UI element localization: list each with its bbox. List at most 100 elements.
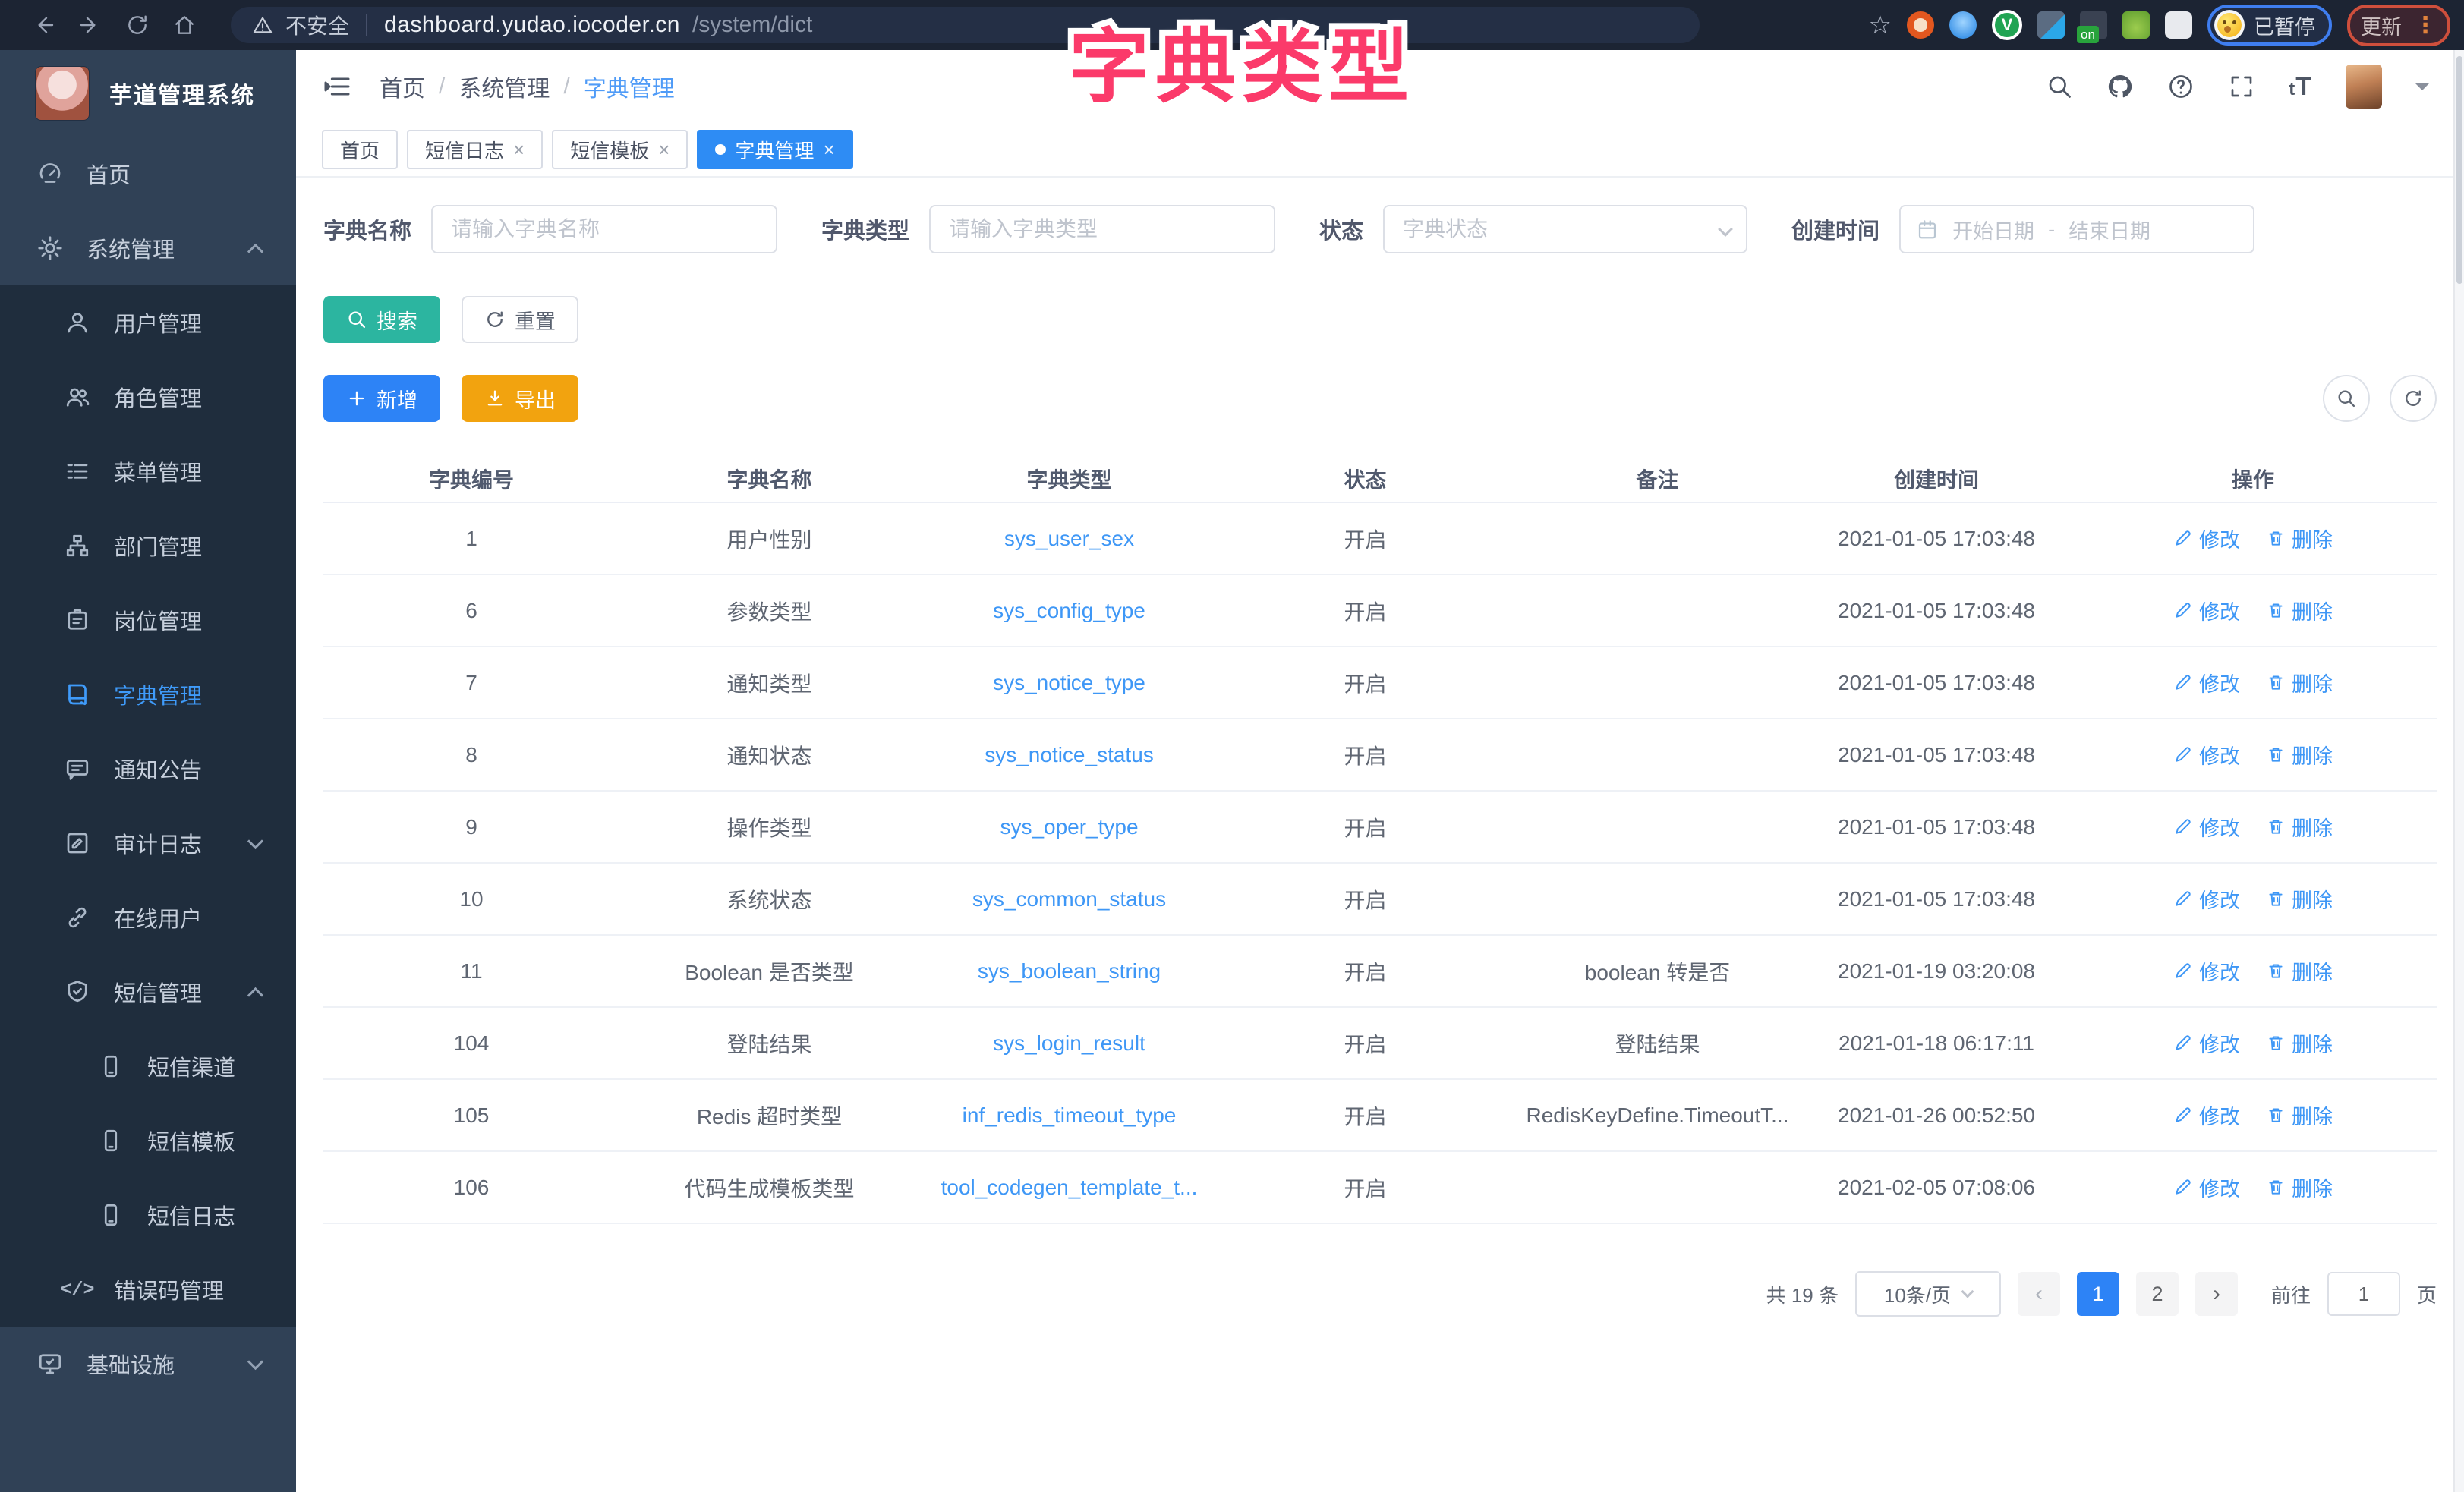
sidebar-item-notices[interactable]: 通知公告 (0, 732, 296, 806)
edit-button[interactable]: 修改 (2173, 1173, 2240, 1202)
tab-dict-active[interactable]: 字典管理 × (697, 130, 852, 169)
breadcrumb-home[interactable]: 首页 (380, 70, 425, 103)
delete-button[interactable]: 删除 (2266, 956, 2333, 986)
refresh-table-button[interactable] (2390, 375, 2437, 422)
delete-button[interactable]: 删除 (2266, 1100, 2333, 1130)
sidebar-item-roles[interactable]: 角色管理 (0, 360, 296, 434)
dict-type-link[interactable]: sys_config_type (993, 599, 1145, 622)
sidebar-item-menus[interactable]: 菜单管理 (0, 434, 296, 508)
sidebar-item-home[interactable]: 首页 (0, 137, 296, 211)
goto-page-input[interactable] (2327, 1272, 2400, 1316)
sidebar-item-sms-channel[interactable]: 短信渠道 (0, 1029, 296, 1103)
delete-button[interactable]: 删除 (2266, 884, 2333, 914)
browser-update-button[interactable]: 更新 ⋮ (2347, 5, 2450, 46)
reset-button[interactable]: 重置 (462, 296, 578, 343)
browser-forward-icon[interactable] (67, 7, 114, 43)
fullscreen-icon[interactable] (2228, 73, 2255, 100)
tab-close-icon[interactable]: × (513, 138, 525, 162)
export-button[interactable]: 导出 (462, 375, 578, 422)
extension-icon-grid[interactable] (2037, 11, 2065, 39)
tab-home[interactable]: 首页 (322, 130, 398, 169)
extension-icon-on-badge[interactable]: on (2080, 11, 2107, 39)
extensions-puzzle-icon[interactable] (2165, 11, 2192, 39)
delete-button[interactable]: 删除 (2266, 812, 2333, 842)
sidebar-item-label: 短信日志 (147, 1199, 235, 1231)
add-button[interactable]: 新增 (323, 375, 440, 422)
delete-button[interactable]: 删除 (2266, 1028, 2333, 1058)
edit-button[interactable]: 修改 (2173, 596, 2240, 625)
scrollbar-thumb[interactable] (2456, 56, 2462, 284)
github-icon[interactable] (2106, 73, 2134, 100)
page-size-select[interactable]: 10条/页 (1855, 1271, 2001, 1317)
dict-type-link[interactable]: sys_notice_status (985, 743, 1154, 766)
bookmark-star-icon[interactable]: ☆ (1869, 10, 1892, 40)
browser-menu-dots-icon[interactable]: ⋮ (2414, 12, 2437, 39)
tab-close-icon[interactable]: × (658, 138, 670, 162)
tab-close-icon[interactable]: × (823, 138, 834, 162)
edit-button[interactable]: 修改 (2173, 1100, 2240, 1130)
browser-reload-icon[interactable] (114, 7, 161, 43)
dict-type-link[interactable]: sys_login_result (993, 1031, 1145, 1055)
sidebar-item-audit-log[interactable]: 审计日志 (0, 806, 296, 880)
dict-type-link[interactable]: sys_notice_type (993, 671, 1145, 694)
breadcrumb-system[interactable]: 系统管理 (458, 70, 550, 103)
page-button-2[interactable]: 2 (2136, 1272, 2179, 1316)
tab-sms-template[interactable]: 短信模板 × (552, 130, 688, 169)
window-scrollbar[interactable] (2453, 50, 2464, 1492)
edit-button[interactable]: 修改 (2173, 956, 2240, 986)
delete-button[interactable]: 删除 (2266, 1173, 2333, 1202)
dict-type-link[interactable]: sys_user_sex (1004, 527, 1134, 550)
user-avatar[interactable] (2346, 65, 2382, 109)
edit-button[interactable]: 修改 (2173, 668, 2240, 697)
font-size-icon[interactable]: tT (2289, 72, 2312, 102)
extension-icon-blue-gem[interactable] (1949, 11, 1977, 39)
edit-button[interactable]: 修改 (2173, 740, 2240, 770)
edit-button[interactable]: 修改 (2173, 884, 2240, 914)
sidebar-item-system[interactable]: 系统管理 (0, 211, 296, 285)
next-page-button[interactable]: › (2195, 1272, 2238, 1316)
sidebar-item-online-users[interactable]: 在线用户 (0, 880, 296, 955)
search-icon[interactable] (2046, 73, 2073, 100)
prev-page-button[interactable]: ‹ (2018, 1272, 2060, 1316)
tab-sms-log[interactable]: 短信日志 × (407, 130, 543, 169)
search-button[interactable]: 搜索 (323, 296, 440, 343)
extension-icon-plant[interactable] (2122, 11, 2150, 39)
address-bar[interactable]: 不安全 dashboard.yudao.iocoder.cn/system/di… (231, 7, 1700, 43)
dict-type-link[interactable]: sys_oper_type (1000, 815, 1138, 839)
sidebar-item-departments[interactable]: 部门管理 (0, 508, 296, 583)
delete-button[interactable]: 删除 (2266, 524, 2333, 553)
browser-home-icon[interactable] (161, 7, 208, 43)
edit-button[interactable]: 修改 (2173, 524, 2240, 553)
sidebar-item-sms-template[interactable]: 短信模板 (0, 1103, 296, 1178)
dict-type-link[interactable]: sys_boolean_string (978, 959, 1161, 983)
sidebar-item-users[interactable]: 用户管理 (0, 285, 296, 360)
paused-extension-badge[interactable]: 已暂停 (2207, 5, 2332, 46)
status-select[interactable] (1383, 205, 1747, 253)
edit-button[interactable]: 修改 (2173, 812, 2240, 842)
sidebar-item-dict[interactable]: 字典管理 (0, 657, 296, 732)
delete-button[interactable]: 删除 (2266, 596, 2333, 625)
date-range-picker[interactable]: 开始日期 - 结束日期 (1899, 205, 2254, 253)
browser-back-icon[interactable] (20, 7, 67, 43)
sidebar-collapse-icon[interactable] (322, 71, 352, 102)
dict-name-input[interactable] (431, 205, 777, 253)
sidebar-item-posts[interactable]: 岗位管理 (0, 583, 296, 657)
help-icon[interactable] (2167, 73, 2195, 100)
sidebar-item-sms-log[interactable]: 短信日志 (0, 1178, 296, 1252)
dict-type-link[interactable]: inf_redis_timeout_type (963, 1103, 1177, 1127)
avatar-caret-icon[interactable] (2415, 83, 2429, 97)
delete-button[interactable]: 删除 (2266, 740, 2333, 770)
dict-type-link[interactable]: tool_codegen_template_t... (941, 1176, 1198, 1199)
show-search-toggle-button[interactable] (2323, 375, 2370, 422)
delete-button[interactable]: 删除 (2266, 668, 2333, 697)
sidebar-item-sms[interactable]: 短信管理 (0, 955, 296, 1029)
edit-button[interactable]: 修改 (2173, 1028, 2240, 1058)
sidebar-item-error-codes[interactable]: </> 错误码管理 (0, 1252, 296, 1327)
extension-icon-orange-ring[interactable] (1907, 11, 1934, 39)
dict-type-link[interactable]: sys_common_status (972, 887, 1166, 911)
dict-type-input[interactable] (929, 205, 1275, 253)
sidebar-item-infrastructure[interactable]: 基础设施 (0, 1327, 296, 1401)
tab-label: 短信日志 (425, 136, 504, 164)
extension-icon-green-v[interactable]: V (1992, 10, 2022, 40)
page-button-1[interactable]: 1 (2077, 1272, 2119, 1316)
